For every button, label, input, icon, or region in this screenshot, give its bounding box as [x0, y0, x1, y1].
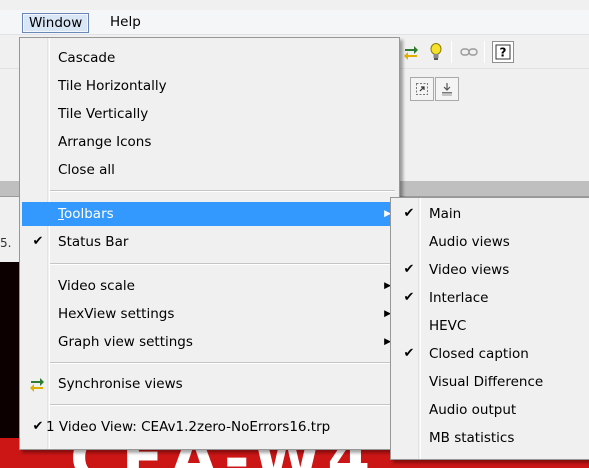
bulb-toolbar-button[interactable]	[425, 41, 447, 63]
menu-item-video-view-1[interactable]: ✔ 1 Video View: CEAv1.2zero-NoErrors16.t…	[22, 415, 397, 439]
menu-item-label-rest: oolbars	[63, 206, 114, 222]
menu-item-synchronise-views[interactable]: Synchronise views	[22, 372, 397, 396]
check-icon: ✔	[403, 206, 415, 221]
menu-help[interactable]: Help	[104, 13, 147, 33]
check-icon: ✔	[32, 234, 44, 249]
submenu-item-label: Visual Difference	[429, 374, 544, 390]
submenu-item-label: Closed caption	[429, 346, 529, 362]
menu-item-label: Cascade	[58, 50, 116, 66]
svg-text:?: ?	[500, 46, 507, 60]
submenu-item-mb-statistics[interactable]: MB statistics	[393, 426, 588, 450]
menu-item-tile-vertically[interactable]: Tile Vertically	[22, 102, 397, 126]
submenu-item-label: Main	[429, 206, 462, 222]
menu-item-label: Tile Vertically	[58, 106, 149, 122]
menu-item-status-bar[interactable]: ✔ Status Bar	[22, 230, 397, 254]
toolbar-separator	[484, 41, 485, 63]
submenu-item-audio-output[interactable]: Audio output	[393, 398, 588, 422]
menu-item-label: Video scale	[58, 278, 135, 294]
synchronise-icon	[404, 46, 418, 60]
submenu-item-interlace[interactable]: ✔ Interlace	[393, 286, 588, 310]
select-region-icon	[416, 83, 428, 95]
submenu-item-hevc[interactable]: HEVC	[393, 314, 588, 338]
menu-item-label: Synchronise views	[58, 376, 183, 392]
menu-bar: Window Help	[0, 10, 589, 35]
select-region-toolbar-button[interactable]	[410, 77, 434, 101]
menu-separator	[50, 362, 395, 364]
check-icon: ✔	[403, 346, 415, 361]
menu-item-video-scale[interactable]: Video scale ▶	[22, 274, 397, 298]
submenu-item-label: MB statistics	[429, 430, 515, 446]
help-toolbar-button[interactable]: ?	[492, 41, 514, 63]
help-icon: ?	[495, 44, 511, 60]
menu-item-toolbars[interactable]: Toolbars ▶	[22, 202, 397, 226]
menu-item-label: Status Bar	[58, 234, 129, 250]
menu-item-graph-view-settings[interactable]: Graph view settings ▶	[22, 330, 397, 354]
submenu-item-label: Video views	[429, 262, 510, 278]
toolbars-submenu: ✔ Main Audio views ✔ Video views ✔ Inter…	[390, 197, 589, 460]
submenu-item-visual-difference[interactable]: Visual Difference	[393, 370, 588, 394]
link-toolbar-button[interactable]	[458, 41, 480, 63]
window-menu: Cascade Tile Horizontally Tile Verticall…	[19, 37, 400, 450]
submenu-item-closed-caption[interactable]: ✔ Closed caption	[393, 342, 588, 366]
toolbar-separator	[451, 41, 452, 63]
menu-item-arrange-icons[interactable]: Arrange Icons	[22, 130, 397, 154]
submenu-item-label: Audio views	[429, 234, 510, 250]
menu-item-cascade[interactable]: Cascade	[22, 46, 397, 70]
bulb-icon	[430, 43, 442, 60]
menu-item-tile-horizontally[interactable]: Tile Horizontally	[22, 74, 397, 98]
menu-item-label: HexView settings	[58, 306, 175, 322]
menu-window[interactable]: Window	[22, 13, 90, 33]
submenu-item-main[interactable]: ✔ Main	[393, 202, 588, 226]
submenu-item-audio-views[interactable]: Audio views	[393, 230, 588, 254]
submenu-item-label: Audio output	[429, 402, 517, 418]
menu-separator	[50, 404, 395, 406]
menu-item-label: Arrange Icons	[58, 134, 152, 150]
submenu-item-label: Interlace	[429, 290, 489, 306]
menu-item-label: Tile Horizontally	[58, 78, 167, 94]
check-icon: ✔	[32, 419, 44, 434]
menu-item-label: Toolbars	[58, 202, 114, 226]
link-icon	[460, 48, 478, 56]
submenu-item-label: HEVC	[429, 318, 467, 334]
synchronise-icon	[29, 376, 45, 400]
background-text: 5.	[0, 236, 12, 250]
menu-separator	[50, 263, 395, 265]
menu-item-label: Graph view settings	[58, 334, 193, 350]
check-icon: ✔	[403, 262, 415, 277]
synchronise-toolbar-button[interactable]	[400, 41, 422, 63]
menu-item-hexview-settings[interactable]: HexView settings ▶	[22, 302, 397, 326]
menu-separator	[50, 190, 395, 192]
submenu-item-video-views[interactable]: ✔ Video views	[393, 258, 588, 282]
menu-item-label: Close all	[58, 162, 115, 178]
align-toolbar-button[interactable]	[435, 77, 459, 101]
align-icon	[442, 83, 452, 96]
menu-item-label: 1 Video View: CEAv1.2zero-NoErrors16.trp	[46, 419, 331, 435]
check-icon: ✔	[403, 290, 415, 305]
menu-item-close-all[interactable]: Close all	[22, 158, 397, 182]
